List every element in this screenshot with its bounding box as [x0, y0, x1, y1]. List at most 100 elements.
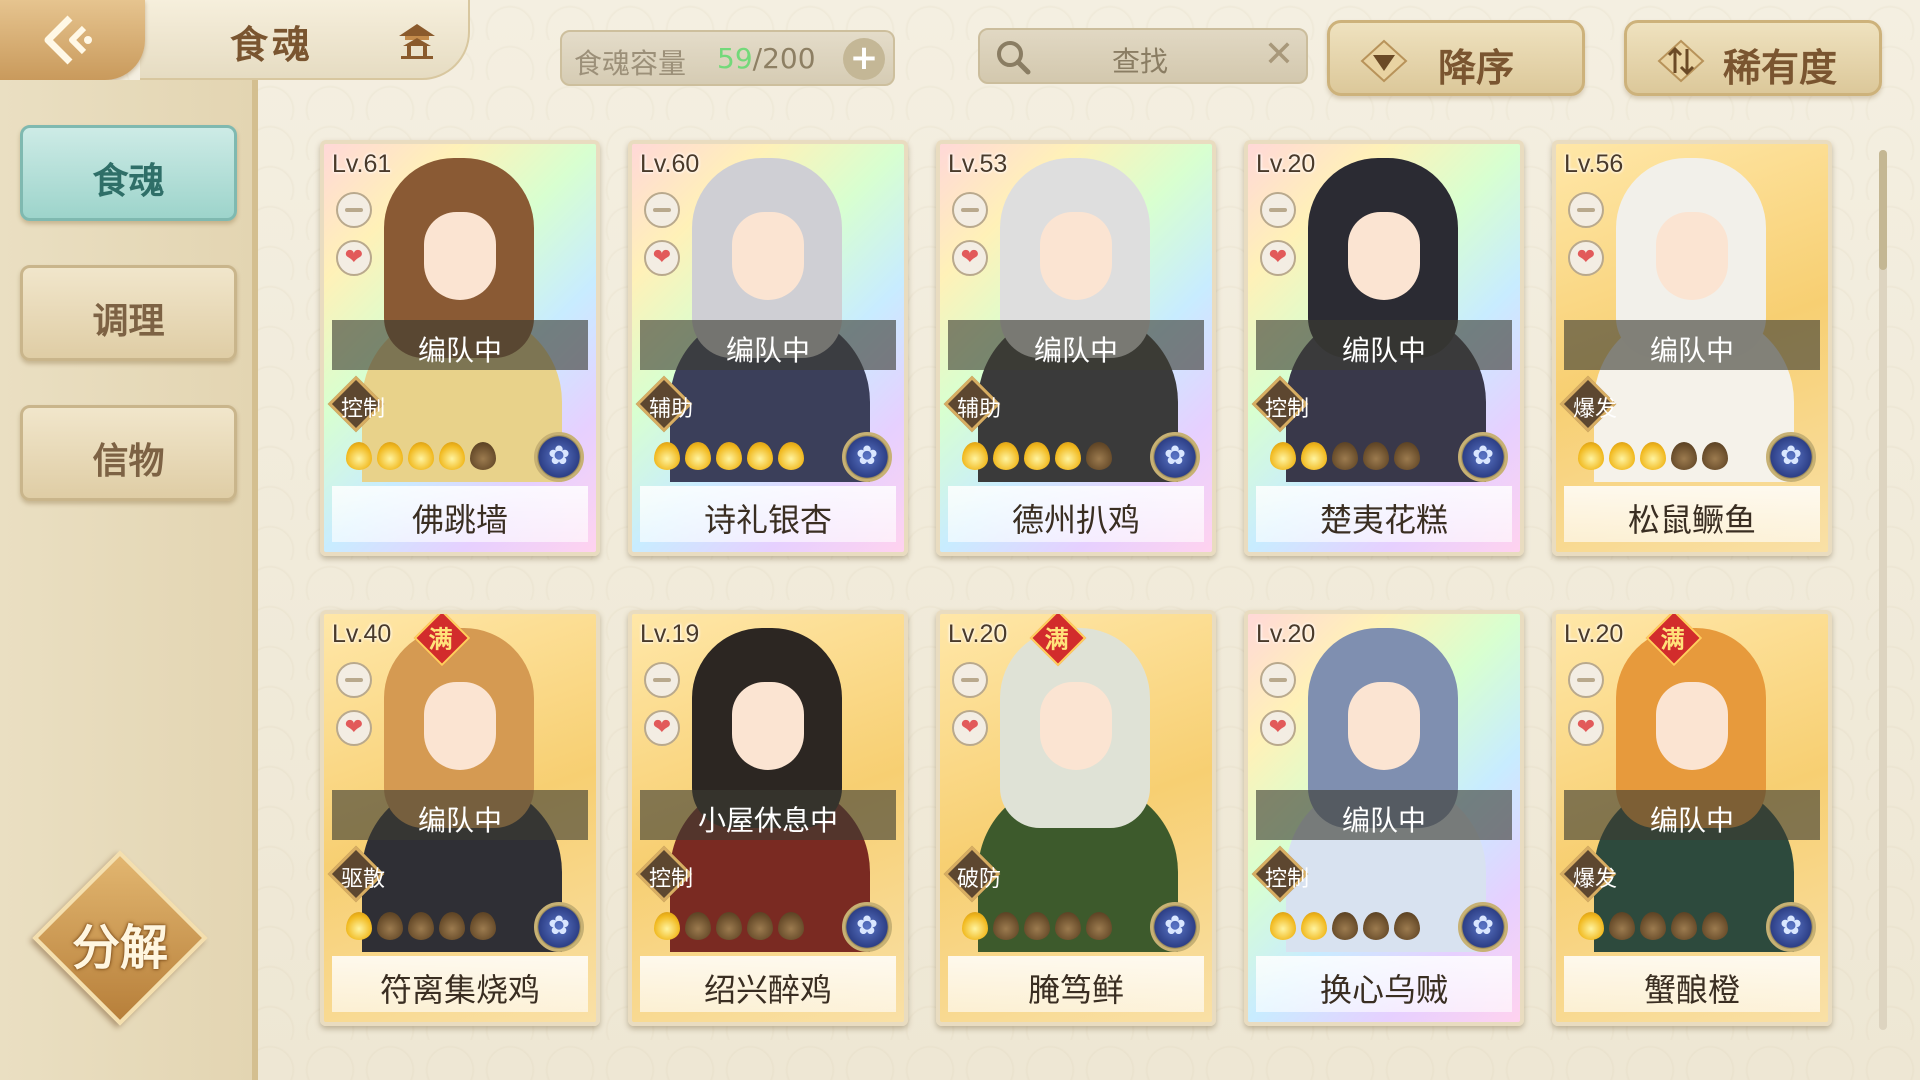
heart-icon[interactable]: ❤ — [952, 710, 988, 746]
heart-icon[interactable]: ❤ — [1260, 240, 1296, 276]
star-icon — [778, 912, 804, 940]
star-icon — [1086, 442, 1112, 470]
chat-icon[interactable] — [336, 192, 372, 228]
tab-label: 调理 — [92, 300, 165, 342]
star-icon — [993, 442, 1019, 470]
status-text: 编队中 — [417, 804, 502, 837]
star-icon — [439, 442, 465, 470]
role-text: 辅助 — [648, 397, 693, 422]
character-name: 佛跳墙 — [411, 501, 508, 539]
element-icon — [1458, 902, 1508, 952]
heart-icon[interactable]: ❤ — [1260, 710, 1296, 746]
name-bar: 德州扒鸡 — [948, 486, 1204, 542]
heart-icon[interactable]: ❤ — [1568, 240, 1604, 276]
tab-keepsake[interactable]: 信物 — [20, 405, 237, 501]
tab-conditioning[interactable]: 调理 — [20, 265, 237, 361]
heart-icon[interactable]: ❤ — [952, 240, 988, 276]
role-badge: 辅助 — [943, 375, 1001, 433]
portrait-face — [1656, 212, 1728, 300]
portrait-face — [1040, 682, 1112, 770]
heart-icon[interactable]: ❤ — [1568, 710, 1604, 746]
tab-label: 信物 — [92, 440, 165, 482]
title-tab: 食魂 — [140, 0, 470, 80]
sort-order-button[interactable]: 降序 — [1327, 20, 1585, 96]
status-text: 编队中 — [1033, 334, 1118, 367]
star-icon — [778, 442, 804, 470]
name-bar: 佛跳墙 — [332, 486, 588, 542]
food-soul-card[interactable]: Lv.40满❤ 编队中 驱散 符离集烧鸡 — [320, 610, 600, 1026]
star-rating — [1578, 442, 1748, 476]
role-text: 破防 — [956, 867, 1001, 892]
food-soul-card[interactable]: Lv.60 ❤ 编队中 辅助 诗礼银杏 — [628, 140, 908, 556]
star-icon — [439, 912, 465, 940]
heart-icon[interactable]: ❤ — [644, 710, 680, 746]
pagoda-icon[interactable] — [395, 20, 439, 60]
sort-order-label: 降序 — [1438, 46, 1515, 90]
star-icon — [1024, 442, 1050, 470]
decompose-label: 分解 — [71, 920, 168, 976]
level-label: Lv.61 — [332, 150, 392, 178]
star-icon — [685, 442, 711, 470]
star-icon — [1671, 912, 1697, 940]
portrait-face — [1348, 212, 1420, 300]
food-soul-card[interactable]: Lv.20满❤ 破防 腌笃鲜 — [936, 610, 1216, 1026]
chat-icon[interactable] — [952, 662, 988, 698]
star-icon — [747, 442, 773, 470]
chat-icon[interactable] — [1260, 192, 1296, 228]
sort-by-button[interactable]: 稀有度 — [1624, 20, 1882, 96]
level-label: Lv.60 — [640, 150, 700, 178]
heart-icon[interactable]: ❤ — [336, 240, 372, 276]
food-soul-card[interactable]: Lv.19 ❤ 小屋休息中 控制 绍兴醉鸡 — [628, 610, 908, 1026]
chat-icon[interactable] — [644, 662, 680, 698]
chat-icon[interactable] — [1260, 662, 1296, 698]
star-icon — [1640, 442, 1666, 470]
name-bar: 换心乌贼 — [1256, 956, 1512, 1012]
star-icon — [1702, 912, 1728, 940]
top-bar: 食魂 食魂容量 59/200 + 查找 ✕ 降序 稀有度 — [0, 0, 1920, 110]
character-name: 诗礼银杏 — [703, 501, 832, 539]
scrollbar[interactable] — [1879, 150, 1887, 1030]
star-rating — [654, 912, 824, 946]
food-soul-card[interactable]: Lv.61 ❤ 编队中 控制 佛跳墙 — [320, 140, 600, 556]
chat-icon[interactable] — [1568, 662, 1604, 698]
name-bar: 腌笃鲜 — [948, 956, 1204, 1012]
star-icon — [346, 442, 372, 470]
tab-food-soul[interactable]: 食魂 — [20, 125, 237, 221]
level-label: Lv.20 — [1256, 620, 1316, 648]
back-arrow-icon — [44, 15, 92, 65]
chat-icon[interactable] — [1568, 192, 1604, 228]
status-band: 编队中 — [1256, 790, 1512, 840]
star-icon — [346, 912, 372, 940]
level-label: Lv.20 — [1256, 150, 1316, 178]
star-icon — [654, 912, 680, 940]
star-icon — [1640, 912, 1666, 940]
star-icon — [1024, 912, 1050, 940]
star-rating — [346, 442, 516, 476]
search-input[interactable]: 查找 ✕ — [978, 28, 1308, 84]
capacity-add-button[interactable]: + — [843, 38, 885, 80]
element-icon — [1150, 432, 1200, 482]
star-icon — [1332, 442, 1358, 470]
element-icon — [1458, 432, 1508, 482]
back-button[interactable] — [0, 0, 145, 80]
scroll-thumb[interactable] — [1879, 150, 1887, 270]
heart-icon[interactable]: ❤ — [336, 710, 372, 746]
food-soul-card[interactable]: Lv.20 ❤ 编队中 控制 换心乌贼 — [1244, 610, 1524, 1026]
level-label: Lv.56 — [1564, 150, 1624, 178]
food-soul-card[interactable]: Lv.56 ❤ 编队中 爆发 松鼠鳜鱼 — [1552, 140, 1832, 556]
tab-label: 食魂 — [92, 160, 165, 202]
heart-icon[interactable]: ❤ — [644, 240, 680, 276]
decompose-button[interactable]: 分解 — [32, 850, 208, 1026]
chat-icon[interactable] — [644, 192, 680, 228]
clear-icon[interactable]: ✕ — [1264, 34, 1294, 75]
star-icon — [1301, 912, 1327, 940]
food-soul-card[interactable]: Lv.53 ❤ 编队中 辅助 德州扒鸡 — [936, 140, 1216, 556]
capacity-label: 食魂容量 — [574, 47, 687, 80]
level-label: Lv.40 — [332, 620, 392, 648]
chat-icon[interactable] — [336, 662, 372, 698]
food-soul-card[interactable]: Lv.20 ❤ 编队中 控制 楚夷花糕 — [1244, 140, 1524, 556]
food-soul-card[interactable]: Lv.20满❤ 编队中 爆发 蟹酿橙 — [1552, 610, 1832, 1026]
chat-icon[interactable] — [952, 192, 988, 228]
role-badge: 爆发 — [1559, 845, 1617, 903]
portrait-face — [424, 212, 496, 300]
